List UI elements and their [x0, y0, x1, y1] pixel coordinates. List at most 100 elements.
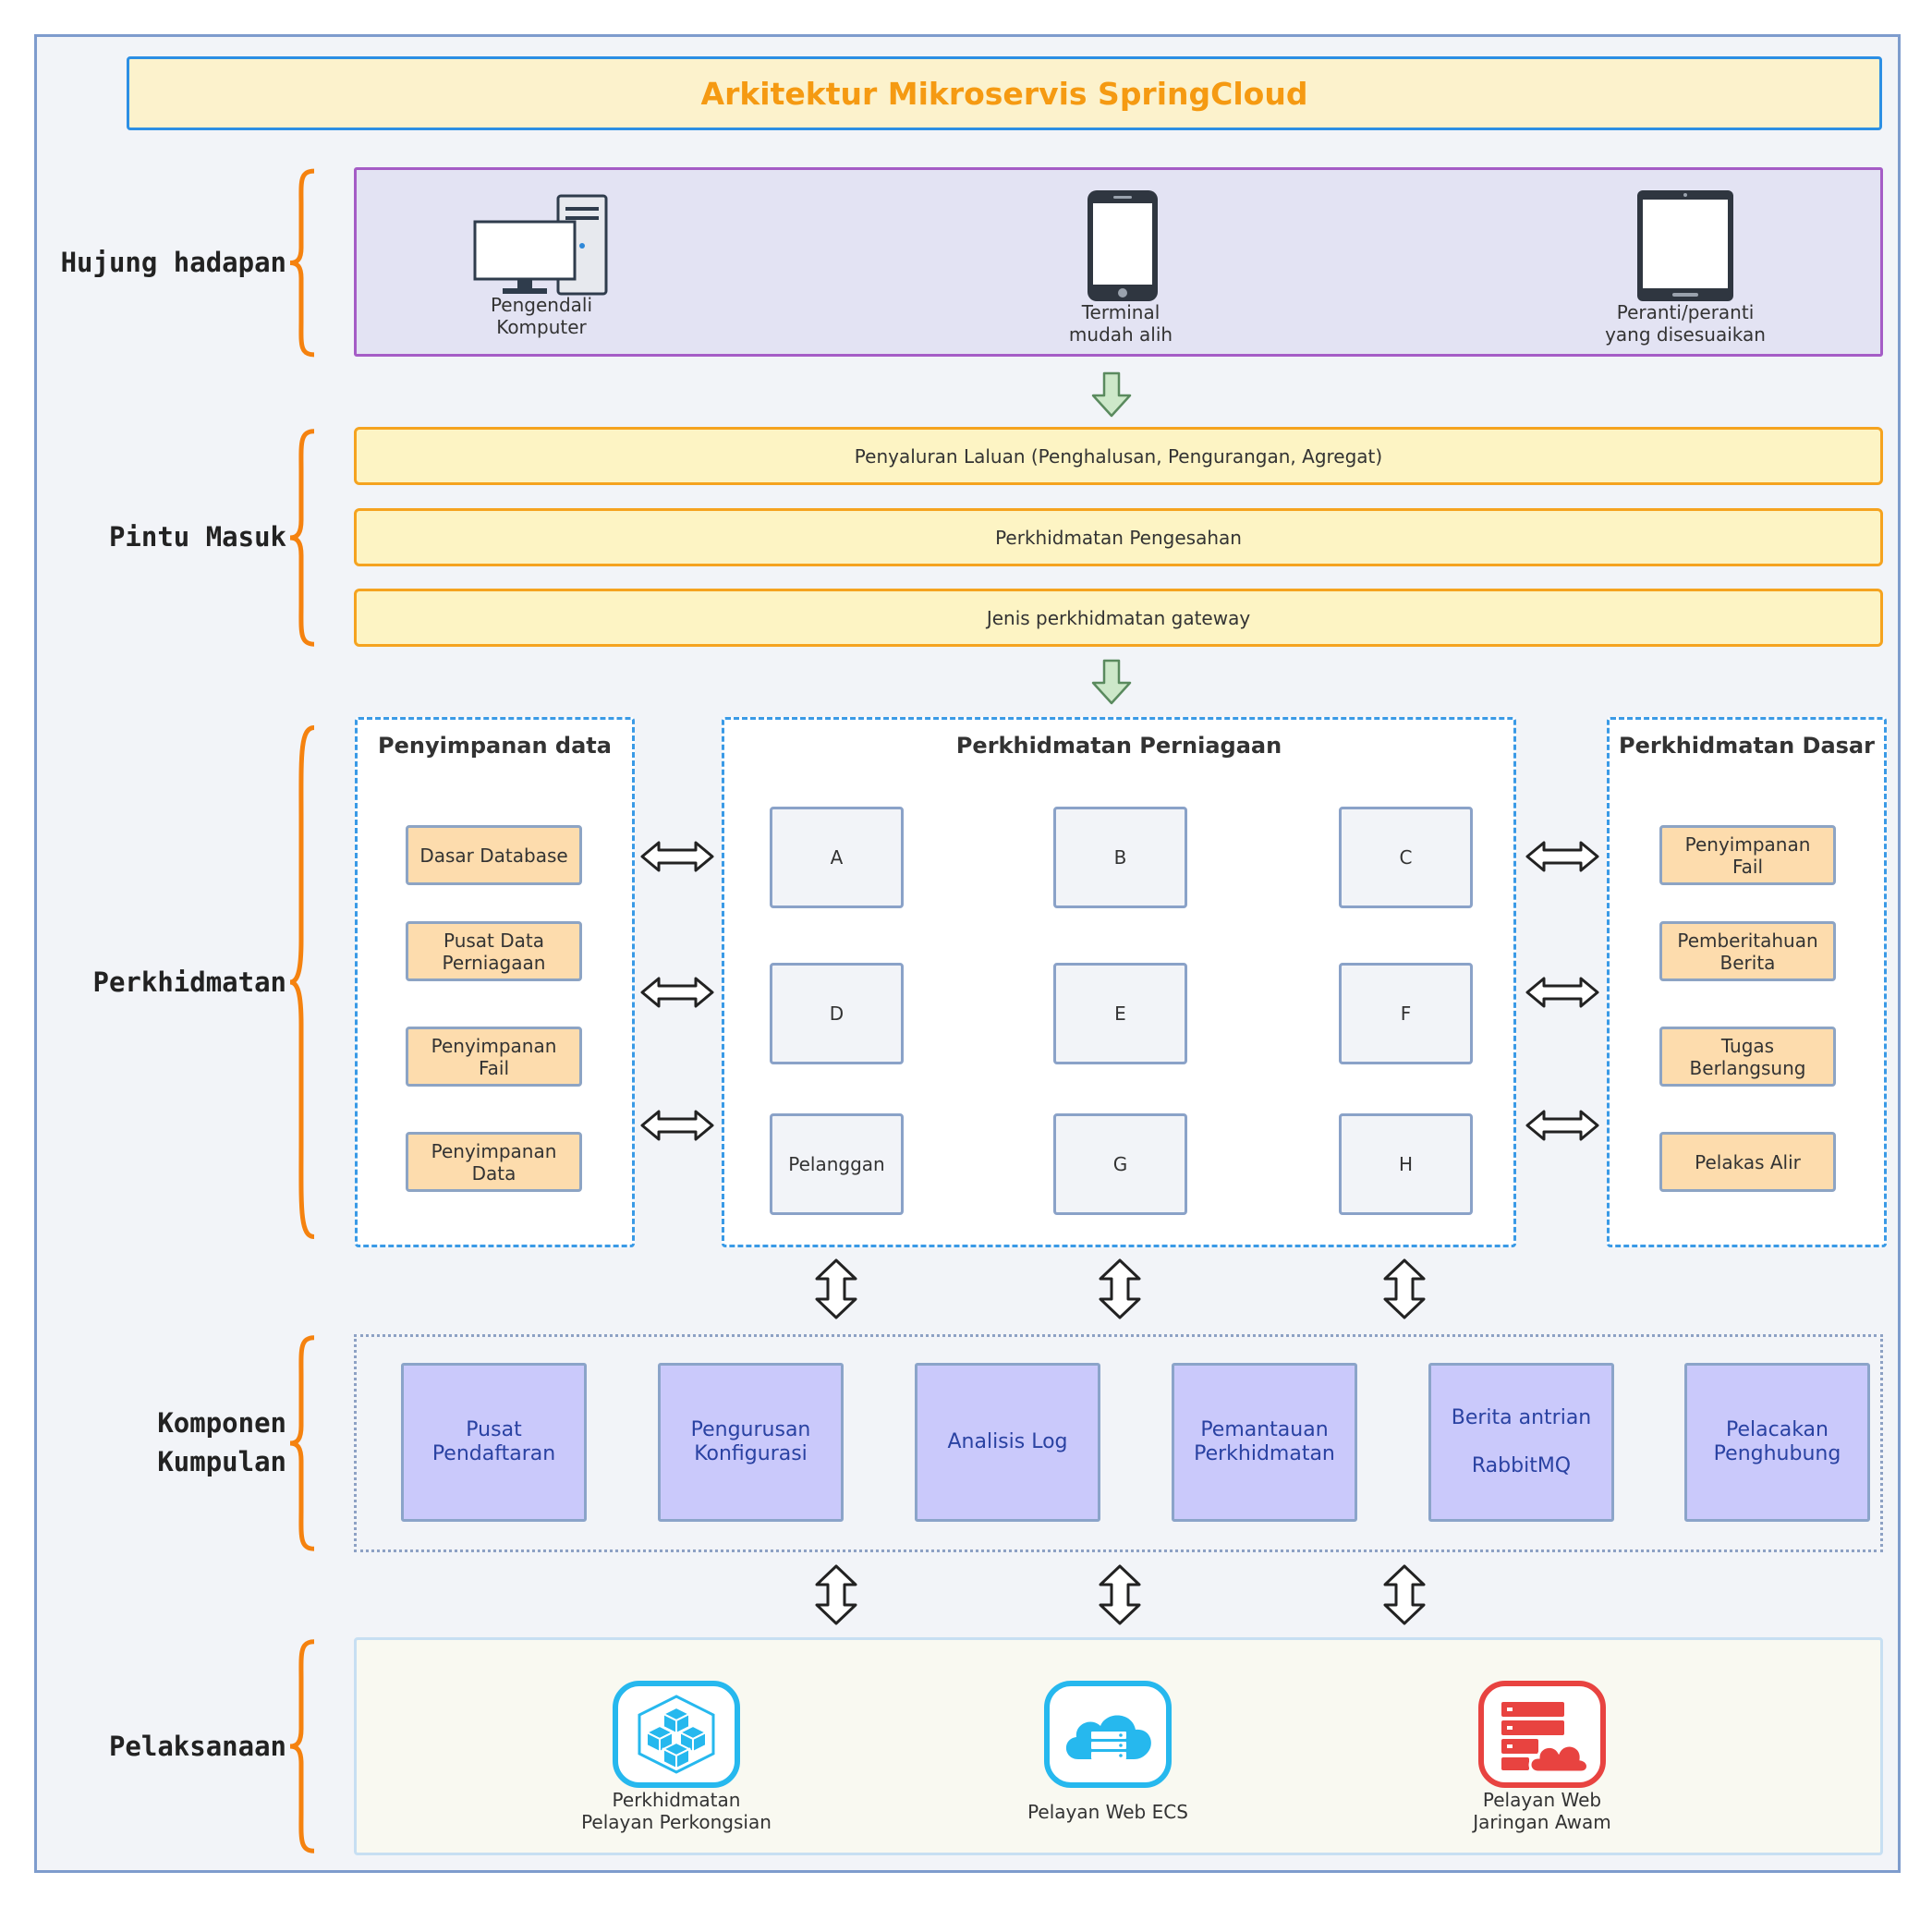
- cluster-component-line: Analisis Log: [947, 1430, 1068, 1453]
- storage-item-line: Pusat Data: [443, 929, 544, 952]
- bidirectional-arrow: [1525, 1110, 1599, 1141]
- cluster-component-box: Pusat Pendaftaran: [401, 1363, 587, 1522]
- gateway-auth-bar: Perkhidmatan Pengesahan: [354, 508, 1883, 566]
- business-service-box: B: [1053, 807, 1187, 908]
- cluster-component-box: Pengurusan Konfigurasi: [658, 1363, 844, 1522]
- business-services-title: Perkhidmatan Perniagaan: [955, 733, 1282, 759]
- device-label-mobile-line-2: mudah alih: [1068, 323, 1173, 346]
- basic-service-item: Pelakas Alir: [1659, 1132, 1836, 1192]
- cluster-component-line: Pemantauan: [1200, 1418, 1329, 1441]
- device-label-computer-line-2: Komputer: [496, 316, 587, 338]
- tablet-icon: [1637, 190, 1733, 301]
- vertical-bidirectional-arrow: [1383, 1258, 1426, 1319]
- implementation-label-line: Perkhidmatan: [612, 1789, 741, 1811]
- cluster-brace: [286, 1333, 333, 1553]
- business-service-box: H: [1339, 1113, 1473, 1215]
- layer-label-frontend: Hujung hadapan: [60, 247, 286, 278]
- layer-label-cluster: Komponen Kumpulan: [37, 1404, 286, 1481]
- mobile-phone-icon: [1088, 190, 1158, 301]
- flow-down-arrow: [1091, 659, 1132, 705]
- basic-service-line: Penyimpanan: [1684, 832, 1811, 856]
- flow-down-arrow: [1091, 371, 1132, 418]
- cluster-component-box: Pelacakan Penghubung: [1684, 1363, 1870, 1522]
- business-service-box: C: [1339, 807, 1473, 908]
- business-service-box: E: [1053, 963, 1187, 1064]
- implementation-label-line: Pelayan Web ECS: [1027, 1801, 1188, 1823]
- storage-item-line: Penyimpanan: [431, 1139, 557, 1162]
- gateway-type-bar: Jenis perkhidmatan gateway: [354, 589, 1883, 647]
- storage-item-line: Fail: [478, 1056, 510, 1079]
- vertical-bidirectional-arrow: [815, 1258, 857, 1319]
- vertical-bidirectional-arrow: [1099, 1564, 1141, 1625]
- storage-item-line: Dasar Database: [419, 844, 568, 867]
- storage-item: Pusat Data Perniagaan: [406, 921, 582, 981]
- implementation-label-line: Pelayan Web: [1482, 1789, 1602, 1811]
- cloud-server-icon: [1044, 1681, 1172, 1788]
- shared-server-cubes-icon: [613, 1681, 740, 1788]
- device-label-custom-line-2: yang disesuaikan: [1605, 323, 1766, 346]
- services-brace: [286, 717, 333, 1247]
- cluster-component-line: Penghubung: [1713, 1442, 1841, 1465]
- basic-service-line: Berita: [1719, 951, 1776, 974]
- public-cloud-server-icon: [1478, 1681, 1606, 1788]
- storage-item-line: Data: [471, 1161, 516, 1185]
- layer-label-gateway: Pintu Masuk: [108, 521, 286, 553]
- cluster-component-line: Pengurusan: [690, 1418, 811, 1441]
- cluster-component-line: Pusat: [466, 1418, 522, 1441]
- bidirectional-arrow: [640, 1110, 714, 1141]
- device-label-computer: Pengendali Komputer: [449, 294, 634, 338]
- cluster-component-box: Pemantauan Perkhidmatan: [1172, 1363, 1357, 1522]
- cluster-component-box: Berita antrian RabbitMQ: [1428, 1363, 1614, 1522]
- device-label-custom: Peranti/peranti yang disesuaikan: [1593, 301, 1778, 346]
- vertical-bidirectional-arrow: [815, 1564, 857, 1625]
- storage-item: Penyimpanan Data: [406, 1132, 582, 1192]
- bidirectional-arrow: [640, 977, 714, 1008]
- layer-label-cluster-line-1: Komponen: [157, 1407, 286, 1439]
- cluster-component-line: Berita antrian: [1451, 1406, 1592, 1429]
- device-label-mobile: Terminal mudah alih: [1028, 301, 1213, 346]
- vertical-bidirectional-arrow: [1383, 1564, 1426, 1625]
- cluster-component-line: RabbitMQ: [1471, 1454, 1572, 1477]
- layer-label-services: Perkhidmatan: [92, 966, 286, 998]
- cluster-component-line: Konfigurasi: [694, 1442, 808, 1465]
- cluster-component-spacer: [1452, 1430, 1592, 1454]
- implementation-label: Pelayan Web ECS: [969, 1801, 1246, 1823]
- storage-item-line: Penyimpanan: [431, 1034, 557, 1057]
- layer-label-cluster-line-2: Kumpulan: [157, 1446, 286, 1477]
- basic-service-line: Berlangsung: [1689, 1056, 1806, 1079]
- cluster-component-line: Pelacakan: [1726, 1418, 1829, 1441]
- device-label-computer-line-1: Pengendali: [490, 294, 593, 316]
- business-service-box: Pelanggan: [770, 1113, 904, 1215]
- data-storage-title: Penyimpanan data: [378, 733, 612, 759]
- cluster-component-line: Pendaftaran: [431, 1442, 556, 1465]
- basic-service-item: Pemberitahuan Berita: [1659, 921, 1836, 981]
- diagram-title: Arkitektur Mikroservis SpringCloud: [127, 56, 1882, 130]
- implementation-label: Pelayan Web Jaringan Awam: [1403, 1789, 1681, 1833]
- desktop-computer-icon: [473, 194, 608, 296]
- device-label-custom-line-1: Peranti/peranti: [1616, 301, 1755, 323]
- business-service-box: A: [770, 807, 904, 908]
- bidirectional-arrow: [1525, 841, 1599, 872]
- basic-service-item: Penyimpanan Fail: [1659, 825, 1836, 885]
- storage-item: Penyimpanan Fail: [406, 1027, 582, 1087]
- basic-service-line: Pemberitahuan: [1677, 929, 1818, 952]
- implementation-label: Perkhidmatan Pelayan Perkongsian: [538, 1789, 815, 1833]
- bidirectional-arrow: [1525, 977, 1599, 1008]
- basic-service-line: Pelakas Alir: [1695, 1150, 1801, 1173]
- gateway-brace: [286, 427, 333, 649]
- layer-label-implementation: Pelaksanaan: [108, 1731, 286, 1762]
- implementation-label-line: Pelayan Perkongsian: [581, 1811, 772, 1833]
- business-service-box: F: [1339, 963, 1473, 1064]
- implementation-brace: [286, 1637, 333, 1855]
- frontend-brace: [286, 167, 333, 359]
- basic-service-item: Tugas Berlangsung: [1659, 1027, 1836, 1087]
- basic-services-title: Perkhidmatan Dasar: [1619, 733, 1875, 759]
- vertical-bidirectional-arrow: [1099, 1258, 1141, 1319]
- implementation-label-line: Jaringan Awam: [1473, 1811, 1611, 1833]
- basic-service-line: Tugas: [1720, 1034, 1775, 1057]
- business-service-box: D: [770, 963, 904, 1064]
- storage-item-line: Perniagaan: [442, 951, 546, 974]
- cluster-component-box: Analisis Log: [915, 1363, 1100, 1522]
- basic-service-line: Fail: [1732, 855, 1764, 878]
- bidirectional-arrow: [640, 841, 714, 872]
